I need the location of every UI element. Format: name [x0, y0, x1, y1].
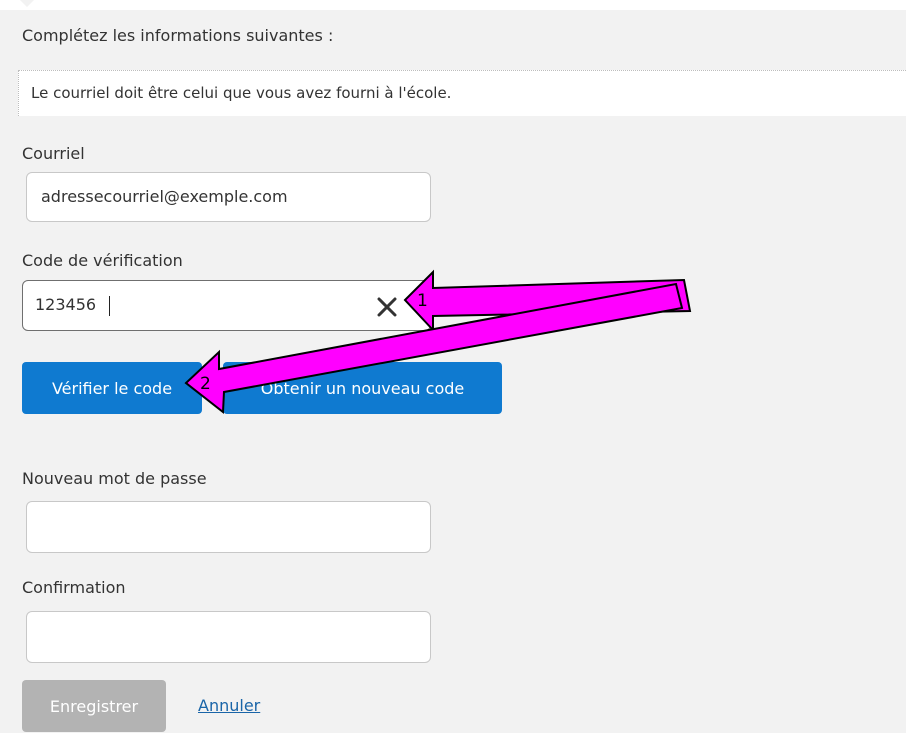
password-label: Nouveau mot de passe — [22, 469, 207, 488]
notice-text: Le courriel doit être celui que vous ave… — [31, 84, 452, 102]
confirm-label: Confirmation — [22, 578, 126, 597]
email-value: adressecourriel@exemple.com — [41, 187, 288, 206]
form-intro: Complétez les informations suivantes : — [22, 26, 334, 45]
verification-code-field[interactable]: 123456 — [22, 280, 431, 331]
top-border — [0, 0, 906, 10]
new-password-field[interactable] — [26, 501, 431, 553]
confirm-password-field[interactable] — [26, 611, 431, 663]
cancel-link[interactable]: Annuler — [198, 696, 260, 715]
pointer-notch — [20, 0, 34, 7]
save-button[interactable]: Enregistrer — [22, 680, 166, 732]
new-code-button[interactable]: Obtenir un nouveau code — [223, 362, 502, 414]
close-icon[interactable] — [375, 295, 399, 319]
code-label: Code de vérification — [22, 251, 183, 270]
verify-code-button[interactable]: Vérifier le code — [22, 362, 202, 414]
email-field[interactable]: adressecourriel@exemple.com — [26, 172, 431, 222]
notice-box: Le courriel doit être celui que vous ave… — [18, 70, 906, 116]
code-value: 123456 — [35, 295, 97, 314]
text-caret — [109, 296, 110, 316]
email-label: Courriel — [22, 144, 85, 163]
arrow-1: 1 — [403, 269, 692, 333]
